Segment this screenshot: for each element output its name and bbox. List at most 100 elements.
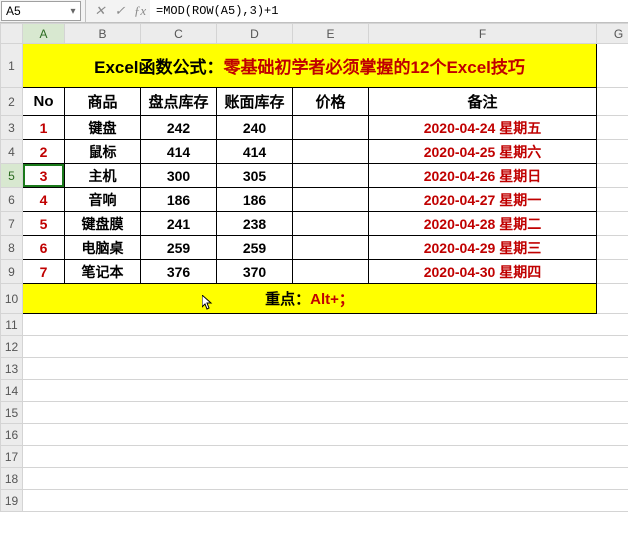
cell-price[interactable] <box>293 140 369 164</box>
cell-product[interactable]: 音响 <box>65 188 141 212</box>
col-head-E[interactable]: E <box>293 24 369 44</box>
cell-book[interactable]: 305 <box>217 164 293 188</box>
cell-no[interactable]: 5 <box>23 212 65 236</box>
cell-remark[interactable]: 2020-04-27 星期一 <box>369 188 597 212</box>
row-head-9[interactable]: 9 <box>1 260 23 284</box>
cell-remark[interactable]: 2020-04-24 星期五 <box>369 116 597 140</box>
spreadsheet-grid[interactable]: A B C D E F G 1 Excel函数公式：零基础初学者必须掌握的12个… <box>0 23 628 546</box>
cell-count[interactable]: 376 <box>141 260 217 284</box>
cell-remark[interactable]: 2020-04-29 星期三 <box>369 236 597 260</box>
empty-row[interactable] <box>23 446 628 468</box>
cell-no[interactable]: 4 <box>23 188 65 212</box>
title-cell[interactable]: Excel函数公式：零基础初学者必须掌握的12个Excel技巧 <box>23 44 597 88</box>
row-head-17[interactable]: 17 <box>1 446 23 468</box>
cell-product[interactable]: 笔记本 <box>65 260 141 284</box>
row-head-4[interactable]: 4 <box>1 140 23 164</box>
cell-G5[interactable] <box>597 164 628 188</box>
cell-G1[interactable] <box>597 44 628 88</box>
row-head-15[interactable]: 15 <box>1 402 23 424</box>
cell-remark[interactable]: 2020-04-26 星期日 <box>369 164 597 188</box>
empty-row[interactable] <box>23 402 628 424</box>
cell-G6[interactable] <box>597 188 628 212</box>
row-head-14[interactable]: 14 <box>1 380 23 402</box>
row-head-12[interactable]: 12 <box>1 336 23 358</box>
cell-remark[interactable]: 2020-04-28 星期二 <box>369 212 597 236</box>
header-no[interactable]: No <box>23 88 65 116</box>
row-head-10[interactable]: 10 <box>1 284 23 314</box>
name-box[interactable]: A5 ▾ <box>1 1 81 21</box>
row-head-5[interactable]: 5 <box>1 164 23 188</box>
cell-product[interactable]: 键盘膜 <box>65 212 141 236</box>
cell-product[interactable]: 主机 <box>65 164 141 188</box>
col-head-F[interactable]: F <box>369 24 597 44</box>
row-head-3[interactable]: 3 <box>1 116 23 140</box>
cell-G4[interactable] <box>597 140 628 164</box>
col-head-C[interactable]: C <box>141 24 217 44</box>
cell-remark[interactable]: 2020-04-25 星期六 <box>369 140 597 164</box>
cell-product[interactable]: 鼠标 <box>65 140 141 164</box>
cell-no[interactable]: 3 <box>23 164 65 188</box>
col-head-G[interactable]: G <box>597 24 628 44</box>
cell-book[interactable]: 186 <box>217 188 293 212</box>
select-all-corner[interactable] <box>1 24 23 44</box>
cell-count[interactable]: 241 <box>141 212 217 236</box>
cell-book[interactable]: 370 <box>217 260 293 284</box>
cell-book[interactable]: 238 <box>217 212 293 236</box>
cell-no[interactable]: 7 <box>23 260 65 284</box>
col-head-D[interactable]: D <box>217 24 293 44</box>
cell-price[interactable] <box>293 116 369 140</box>
cell-G10[interactable] <box>597 284 628 314</box>
cell-count[interactable]: 186 <box>141 188 217 212</box>
row-head-7[interactable]: 7 <box>1 212 23 236</box>
cell-price[interactable] <box>293 236 369 260</box>
cell-remark[interactable]: 2020-04-30 星期四 <box>369 260 597 284</box>
col-head-A[interactable]: A <box>23 24 65 44</box>
cell-count[interactable]: 242 <box>141 116 217 140</box>
empty-row[interactable] <box>23 424 628 446</box>
cell-no[interactable]: 6 <box>23 236 65 260</box>
cell-price[interactable] <box>293 188 369 212</box>
cell-no[interactable]: 2 <box>23 140 65 164</box>
empty-row[interactable] <box>23 490 628 512</box>
row-head-18[interactable]: 18 <box>1 468 23 490</box>
header-product[interactable]: 商品 <box>65 88 141 116</box>
cell-G8[interactable] <box>597 236 628 260</box>
row-head-8[interactable]: 8 <box>1 236 23 260</box>
header-price[interactable]: 价格 <box>293 88 369 116</box>
fx-icon[interactable]: ƒx <box>130 1 150 21</box>
empty-row[interactable] <box>23 380 628 402</box>
cell-book[interactable]: 240 <box>217 116 293 140</box>
cell-product[interactable]: 键盘 <box>65 116 141 140</box>
footer-cell[interactable]: 重点：Alt+； <box>23 284 597 314</box>
cell-count[interactable]: 414 <box>141 140 217 164</box>
cell-G2[interactable] <box>597 88 628 116</box>
row-head-2[interactable]: 2 <box>1 88 23 116</box>
row-head-6[interactable]: 6 <box>1 188 23 212</box>
row-head-13[interactable]: 13 <box>1 358 23 380</box>
row-head-11[interactable]: 11 <box>1 314 23 336</box>
row-head-1[interactable]: 1 <box>1 44 23 88</box>
header-remark[interactable]: 备注 <box>369 88 597 116</box>
cancel-button[interactable]: ✕ <box>90 1 110 21</box>
cell-G3[interactable] <box>597 116 628 140</box>
header-count[interactable]: 盘点库存 <box>141 88 217 116</box>
name-box-dropdown-icon[interactable]: ▾ <box>66 6 80 17</box>
cell-product[interactable]: 电脑桌 <box>65 236 141 260</box>
empty-row[interactable] <box>23 358 628 380</box>
cell-count[interactable]: 300 <box>141 164 217 188</box>
empty-row[interactable] <box>23 314 628 336</box>
cell-price[interactable] <box>293 260 369 284</box>
cell-price[interactable] <box>293 164 369 188</box>
cell-price[interactable] <box>293 212 369 236</box>
confirm-button[interactable]: ✓ <box>110 1 130 21</box>
cell-count[interactable]: 259 <box>141 236 217 260</box>
cell-no[interactable]: 1 <box>23 116 65 140</box>
col-head-B[interactable]: B <box>65 24 141 44</box>
empty-row[interactable] <box>23 336 628 358</box>
cell-G7[interactable] <box>597 212 628 236</box>
empty-row[interactable] <box>23 468 628 490</box>
cell-book[interactable]: 259 <box>217 236 293 260</box>
cell-book[interactable]: 414 <box>217 140 293 164</box>
row-head-19[interactable]: 19 <box>1 490 23 512</box>
formula-input[interactable] <box>150 0 628 22</box>
